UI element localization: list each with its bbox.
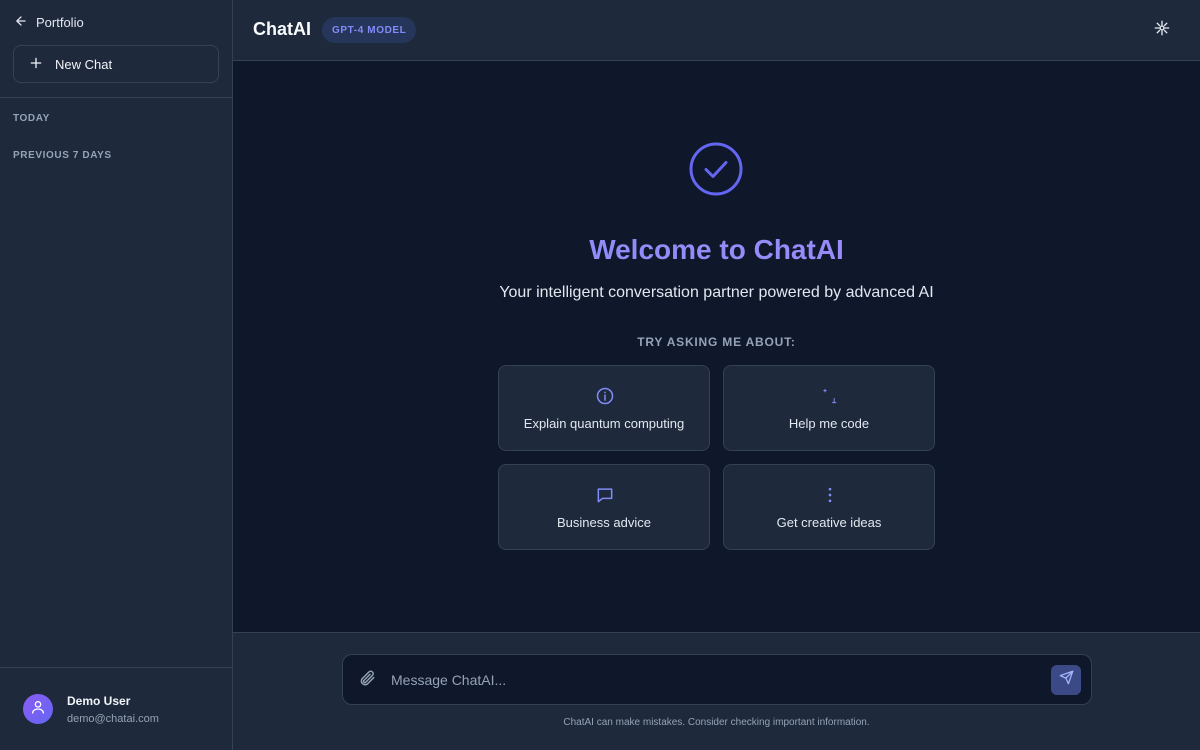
try-asking-label: TRY ASKING ME ABOUT: [637, 335, 796, 349]
sidebar-divider [0, 97, 232, 98]
back-to-portfolio-link[interactable]: Portfolio [14, 13, 84, 31]
disclaimer-text: ChatAI can make mistakes. Consider check… [563, 717, 870, 728]
suggestion-card-creative[interactable]: Get creative ideas [723, 464, 935, 550]
more-vertical-icon [820, 485, 840, 505]
suggestion-card-quantum[interactable]: Explain quantum computing [498, 365, 710, 451]
check-circle-icon [689, 142, 743, 196]
back-link-label: Portfolio [36, 14, 84, 30]
sidebar-footer-divider [0, 667, 232, 668]
suggestion-card-code[interactable]: Help me code [723, 365, 935, 451]
sparkles-icon [820, 386, 840, 406]
model-badge: GPT-4 MODEL [322, 17, 417, 43]
user-name: Demo User [67, 694, 131, 708]
paperclip-icon [358, 670, 376, 691]
message-input[interactable] [391, 668, 1031, 692]
send-button[interactable] [1051, 665, 1081, 695]
arrow-left-icon [14, 14, 28, 31]
new-chat-label: New Chat [55, 56, 113, 72]
top-header: ChatAI GPT-4 MODEL [233, 0, 1200, 61]
welcome-title: Welcome to ChatAI [233, 234, 1200, 266]
attach-button[interactable] [358, 669, 378, 689]
send-icon [1059, 670, 1074, 690]
theme-toggle-button[interactable] [1151, 19, 1173, 41]
suggestion-label: Get creative ideas [776, 515, 882, 530]
welcome-subtitle: Your intelligent conversation partner po… [499, 284, 934, 301]
new-chat-button[interactable]: New Chat [13, 45, 219, 83]
suggestion-label: Explain quantum computing [523, 416, 685, 431]
section-label-previous-7-days: PREVIOUS 7 DAYS [13, 150, 112, 161]
chat-bubble-icon [595, 485, 615, 505]
user-email: demo@chatai.com [67, 713, 159, 725]
suggestion-card-business[interactable]: Business advice [498, 464, 710, 550]
sun-icon [1153, 19, 1171, 42]
suggestion-label: Help me code [788, 416, 870, 431]
welcome-screen: Welcome to ChatAI Your intelligent conve… [233, 61, 1200, 632]
composer-area: ChatAI can make mistakes. Consider check… [233, 632, 1200, 750]
plus-icon [29, 56, 43, 73]
app-title: ChatAI [253, 19, 311, 39]
user-icon [30, 699, 46, 720]
sidebar: Portfolio New Chat TODAY PREVIOUS 7 DAYS… [0, 0, 233, 750]
info-icon [595, 386, 615, 406]
suggestion-label: Business advice [557, 515, 651, 530]
avatar[interactable] [23, 694, 53, 724]
message-composer [342, 654, 1092, 705]
section-label-today: TODAY [13, 113, 50, 124]
